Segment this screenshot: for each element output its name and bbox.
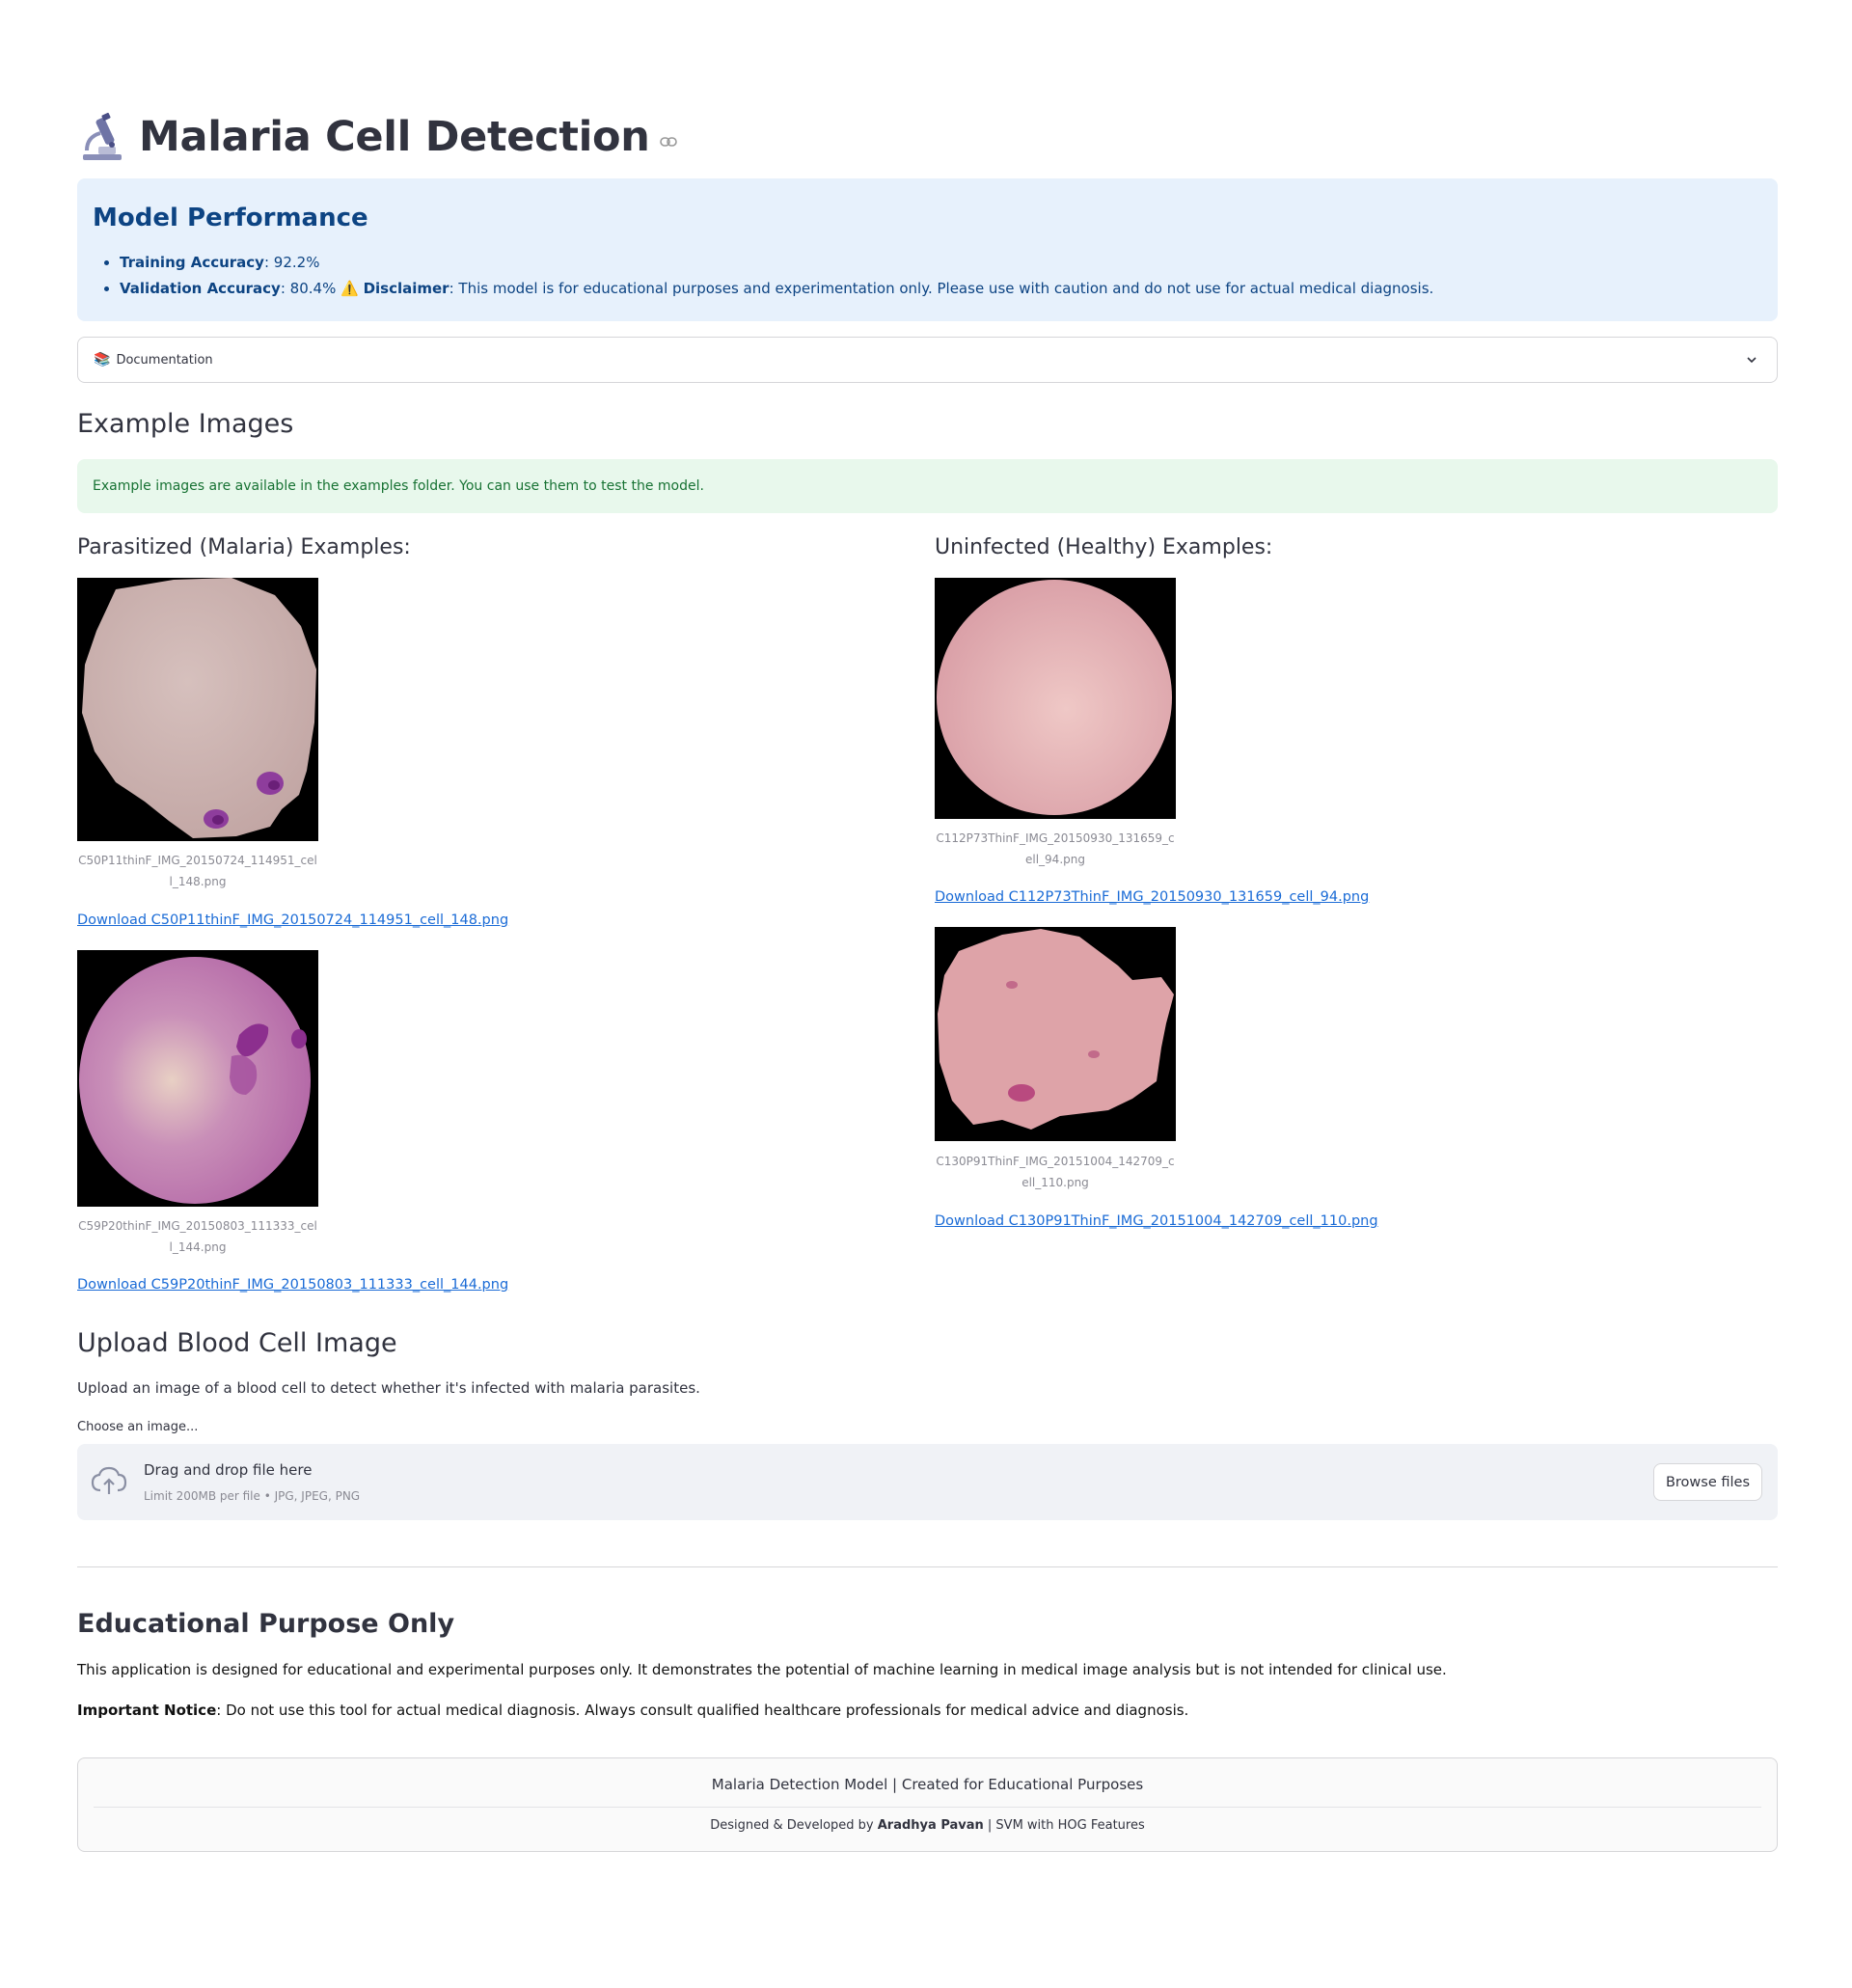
file-dropzone[interactable]: Drag and drop file here Limit 200MB per …: [77, 1444, 1778, 1520]
cloud-upload-icon: [91, 1466, 127, 1494]
uninfected-image-1: [935, 578, 1176, 819]
validation-accuracy-label: Validation Accuracy: [120, 280, 281, 297]
books-icon: 📚: [94, 352, 111, 368]
example-images-heading: Example Images: [77, 409, 294, 439]
dropzone-text: Drag and drop file here: [144, 1461, 313, 1479]
validation-accuracy-value: : 80.4%: [280, 280, 341, 297]
footer: Malaria Detection Model | Created for Ed…: [77, 1757, 1778, 1852]
download-link-uninfected-2[interactable]: Download C130P91ThinF_IMG_20151004_14270…: [935, 1213, 1378, 1229]
footer-author: Aradhya Pavan: [877, 1818, 984, 1833]
parasitized-caption-2: C59P20thinF_IMG_20150803_111333_cell_144…: [78, 1219, 317, 1254]
link-icon[interactable]: [659, 136, 677, 148]
warning-icon: ⚠️: [340, 280, 359, 297]
cell-image-uninfected-1: [935, 578, 1176, 819]
examples-notice: Example images are available in the exam…: [77, 459, 1778, 513]
footer-credits-prefix: Designed & Developed by: [710, 1818, 878, 1833]
download-link-uninfected-1[interactable]: Download C112P73ThinF_IMG_20150930_13165…: [935, 889, 1369, 905]
parasitized-heading: Parasitized (Malaria) Examples:: [77, 535, 411, 559]
footer-credits-suffix: | SVM with HOG Features: [983, 1818, 1145, 1833]
divider: [77, 1566, 1778, 1567]
download-link-parasitized-1[interactable]: Download C50P11thinF_IMG_20150724_114951…: [77, 912, 508, 928]
disclaimer-label: Disclaimer: [363, 280, 449, 297]
chevron-down-icon: [1747, 357, 1757, 364]
uninfected-image-2: [935, 927, 1176, 1141]
cell-image-uninfected-2: [935, 927, 1176, 1141]
training-accuracy-item: Training Accuracy: 92.2%: [120, 250, 1762, 276]
performance-list: Training Accuracy: 92.2% Validation Accu…: [93, 250, 1762, 302]
model-performance-title: Model Performance: [93, 204, 368, 232]
validation-accuracy-item: Validation Accuracy: 80.4% ⚠️ Disclaimer…: [120, 276, 1762, 302]
footer-title: Malaria Detection Model | Created for Ed…: [711, 1776, 1144, 1793]
documentation-label: Documentation: [116, 352, 213, 368]
cell-image-parasitized-2: [77, 950, 318, 1207]
dropzone-limit: Limit 200MB per file • JPG, JPEG, PNG: [144, 1489, 361, 1503]
training-accuracy-label: Training Accuracy: [120, 254, 264, 271]
parasitized-image-1: [77, 578, 318, 841]
parasitized-caption-1: C50P11thinF_IMG_20150724_114951_cell_148…: [78, 854, 317, 888]
download-link-parasitized-2[interactable]: Download C59P20thinF_IMG_20150803_111333…: [77, 1277, 508, 1293]
important-notice-label: Important Notice: [77, 1702, 217, 1719]
important-notice: Important Notice: Do not use this tool f…: [77, 1702, 1778, 1719]
page-title: Malaria Cell Detection: [139, 113, 650, 161]
educational-heading: Educational Purpose Only: [77, 1609, 455, 1639]
microscope-icon: [83, 112, 122, 160]
cell-image-parasitized-1: [77, 578, 318, 841]
upload-description: Upload an image of a blood cell to detec…: [77, 1379, 700, 1397]
upload-heading: Upload Blood Cell Image: [77, 1328, 397, 1358]
important-notice-text: : Do not use this tool for actual medica…: [216, 1702, 1189, 1719]
upload-field-label: Choose an image...: [77, 1420, 199, 1434]
page-title-row: Malaria Cell Detection: [77, 108, 677, 166]
documentation-expander[interactable]: 📚 Documentation: [77, 337, 1778, 383]
model-performance-box: Model Performance Training Accuracy: 92.…: [77, 178, 1778, 321]
parasitized-image-2: [77, 950, 318, 1207]
training-accuracy-value: : 92.2%: [263, 254, 320, 271]
footer-divider: [94, 1807, 1761, 1808]
disclaimer-text: : This model is for educational purposes…: [449, 280, 1434, 297]
uninfected-caption-1: C112P73ThinF_IMG_20150930_131659_cell_94…: [936, 831, 1175, 866]
browse-files-button[interactable]: Browse files: [1652, 1463, 1762, 1501]
uninfected-heading: Uninfected (Healthy) Examples:: [935, 535, 1273, 559]
educational-paragraph: This application is designed for educati…: [77, 1661, 1447, 1678]
footer-credits: Designed & Developed by Aradhya Pavan | …: [78, 1818, 1777, 1833]
uninfected-caption-2: C130P91ThinF_IMG_20151004_142709_cell_11…: [936, 1155, 1175, 1189]
